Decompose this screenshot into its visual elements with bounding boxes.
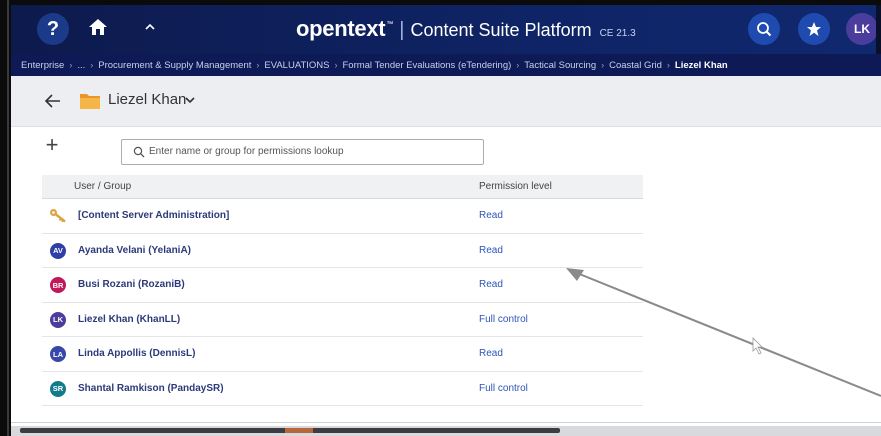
avatar: SR [50,380,66,397]
chevron-down-icon[interactable] [184,94,196,106]
avatar-initials: LK [854,22,870,36]
favorites-button[interactable] [798,13,830,45]
table-row[interactable]: LK Liezel Khan (KhanLL) Full control [42,303,643,337]
add-permission-button[interactable]: + [42,134,62,156]
app-window: ? opentext ™ | Content Suite Platform CE… [0,0,881,436]
user-group-name[interactable]: [Content Server Administration] [78,210,229,221]
home-icon [89,19,107,35]
help-button[interactable]: ? [37,13,69,45]
column-header-user-group[interactable]: User / Group [74,181,131,192]
brand-separator: | [399,19,405,41]
permissions-search-box[interactable] [121,139,484,165]
table-header: User / Group Permission level [42,175,643,199]
permission-level-link[interactable]: Read [479,279,503,290]
user-group-name[interactable]: Linda Appollis (DennisL) [78,348,195,359]
avatar: AV [50,242,66,259]
key-icon [50,209,66,223]
scrollbar-marker [285,428,313,433]
avatar: BR [50,277,66,293]
user-group-name[interactable]: Busi Rozani (RozaniB) [78,279,185,290]
user-avatar-button[interactable]: LK [846,13,878,45]
breadcrumb-item-enterprise[interactable]: Enterprise [19,60,66,71]
table-row[interactable]: BR Busi Rozani (RozaniB) Read [42,268,643,303]
breadcrumb-separator: › [256,60,260,70]
trademark-symbol: ™ [386,21,394,28]
permission-level-link[interactable]: Read [479,348,503,359]
search-icon [757,22,772,37]
mouse-cursor-icon [752,337,763,355]
avatar: LK [50,311,66,328]
permission-level-link[interactable]: Full control [479,314,528,325]
breadcrumb-separator: › [334,60,338,70]
header-right-edge [876,5,881,54]
chevron-up-icon [145,23,155,30]
user-group-name[interactable]: Liezel Khan (KhanLL) [78,314,180,325]
opentext-logo: opentext [296,16,386,41]
breadcrumb-item-tactical-sourcing[interactable]: Tactical Sourcing [522,60,598,71]
breadcrumb: Enterprise › ... › Procurement & Supply … [11,54,881,76]
permissions-search-input[interactable] [149,142,469,161]
search-icon [133,146,145,158]
node-title-bar: Liezel Khan [11,76,881,127]
user-group-name[interactable]: Shantal Ramkison (PandaySR) [78,383,224,394]
breadcrumb-item-collapsed[interactable]: ... [75,60,87,71]
folder-icon [80,94,100,109]
app-header: ? opentext ™ | Content Suite Platform CE… [11,5,881,54]
breadcrumb-item-procurement[interactable]: Procurement & Supply Management [96,60,253,71]
breadcrumb-item-evaluations[interactable]: EVALUATIONS [262,60,331,71]
breadcrumb-separator: › [516,60,520,70]
go-up-button[interactable] [139,16,161,38]
star-icon [807,22,821,36]
user-group-name[interactable]: Ayanda Velani (YelaniA) [78,245,191,256]
product-version: CE 21.3 [599,28,636,39]
back-arrow-icon[interactable] [42,90,64,112]
table-row[interactable]: SR Shantal Ramkison (PandaySR) Full cont… [42,372,643,406]
home-button[interactable] [86,15,110,39]
table-row[interactable]: [Content Server Administration] Read [42,199,643,234]
breadcrumb-separator: › [90,60,94,70]
avatar: LA [50,346,66,362]
window-left-border [0,0,11,436]
breadcrumb-separator: › [69,60,73,70]
permission-level-link[interactable]: Read [479,245,503,256]
global-search-button[interactable] [748,13,780,45]
table-row[interactable]: LA Linda Appollis (DennisL) Read [42,337,643,372]
table-row[interactable]: AV Ayanda Velani (YelaniA) Read [42,234,643,268]
breadcrumb-separator: › [601,60,605,70]
node-title: Liezel Khan [108,91,187,108]
breadcrumb-item-current: Liezel Khan [674,59,728,71]
permission-level-link[interactable]: Read [479,210,503,221]
breadcrumb-separator: › [666,60,670,70]
product-name: Content Suite Platform [410,20,592,40]
permissions-table: User / Group Permission level [Content S… [42,175,643,406]
breadcrumb-item-formal-tender[interactable]: Formal Tender Evaluations (eTendering) [340,60,513,71]
brand: opentext ™ | Content Suite Platform CE 2… [296,16,636,42]
breadcrumb-item-coastal-grid[interactable]: Coastal Grid [607,60,664,71]
help-icon: ? [46,17,60,40]
column-header-permission-level[interactable]: Permission level [479,181,552,192]
permission-level-link[interactable]: Full control [479,383,528,394]
